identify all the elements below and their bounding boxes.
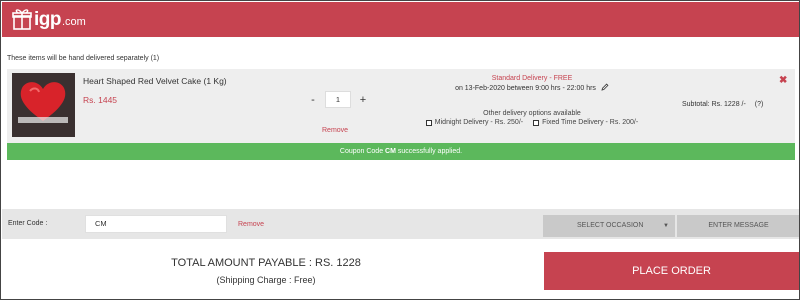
coupon-message-prefix: Coupon Code [339, 148, 386, 155]
total-amount: TOTAL AMOUNT PAYABLE : RS. 1228 [171, 257, 361, 269]
quantity-stepper: - 1 + [306, 91, 370, 108]
enter-code-label: Enter Code : [8, 220, 48, 227]
delivery-options: Midnight Delivery - Rs. 250/- Fixed Time… [407, 119, 657, 126]
gift-box-icon [12, 8, 32, 30]
delivery-type: Standard Delivery - FREE [491, 75, 573, 82]
igp-logo[interactable]: igp .com [12, 8, 86, 30]
item-subtotal: Subtotal: Rs. 1228 /- (?) [682, 101, 763, 108]
coupon-code: CM [385, 148, 396, 155]
quantity-input[interactable]: 1 [325, 91, 351, 108]
top-header: igp .com [2, 2, 799, 37]
close-icon[interactable]: ✖ [779, 75, 787, 86]
logo-text: igp [34, 8, 62, 30]
midnight-delivery-label: Midnight Delivery - Rs. 250/- [434, 119, 524, 126]
cart-item: Heart Shaped Red Velvet Cake (1 Kg) Rs. … [7, 69, 795, 143]
remove-item-link[interactable]: Remove [322, 127, 348, 134]
chevron-down-icon: ▼ [663, 223, 669, 229]
separate-delivery-note: These items will be hand delivered separ… [7, 55, 160, 62]
select-occasion-label: SELECT OCCASION [577, 222, 644, 229]
remove-coupon-link[interactable]: Remove [238, 221, 264, 228]
increase-quantity-button[interactable]: + [356, 94, 370, 106]
product-price: Rs. 1445 [83, 95, 118, 105]
pencil-icon[interactable] [601, 83, 609, 93]
heart-cake-illustration [18, 82, 68, 123]
coupon-code-input[interactable]: CM [85, 215, 227, 233]
delivery-date-row: on 13-Feb-2020 between 9:00 hrs - 22:00 … [407, 83, 657, 93]
place-order-button[interactable]: PLACE ORDER [544, 252, 799, 290]
fixed-time-delivery-checkbox[interactable] [533, 119, 540, 126]
select-occasion-dropdown[interactable]: SELECT OCCASION ▼ [543, 215, 675, 237]
shipping-charge: (Shipping Charge : Free) [216, 275, 316, 285]
code-bar: Enter Code : CM Remove SELECT OCCASION ▼… [2, 209, 799, 239]
product-name[interactable]: Heart Shaped Red Velvet Cake (1 Kg) [83, 76, 227, 86]
enter-message-button[interactable]: ENTER MESSAGE [677, 215, 799, 237]
cart-page: igp .com These items will be hand delive… [0, 0, 800, 300]
fixed-time-delivery-label: Fixed Time Delivery - Rs. 200/- [542, 119, 639, 126]
delivery-info: Standard Delivery - FREE on 13-Feb-2020 … [407, 75, 657, 126]
coupon-success-banner: Coupon Code CM successfully applied. [7, 143, 795, 160]
delivery-date: on 13-Feb-2020 between 9:00 hrs - 22:00 … [455, 84, 596, 92]
coupon-message-suffix: successfully applied. [395, 148, 463, 155]
decrease-quantity-button[interactable]: - [306, 94, 320, 106]
fixed-time-delivery-option[interactable]: Fixed Time Delivery - Rs. 200/- [533, 119, 638, 126]
subtotal-value: Subtotal: Rs. 1228 /- [682, 101, 746, 108]
product-image[interactable] [12, 73, 75, 137]
midnight-delivery-checkbox[interactable] [425, 119, 432, 126]
help-icon[interactable]: (?) [755, 101, 764, 108]
logo-domain: .com [62, 15, 86, 28]
other-delivery-label: Other delivery options available [483, 110, 581, 117]
midnight-delivery-option[interactable]: Midnight Delivery - Rs. 250/- [425, 119, 524, 126]
